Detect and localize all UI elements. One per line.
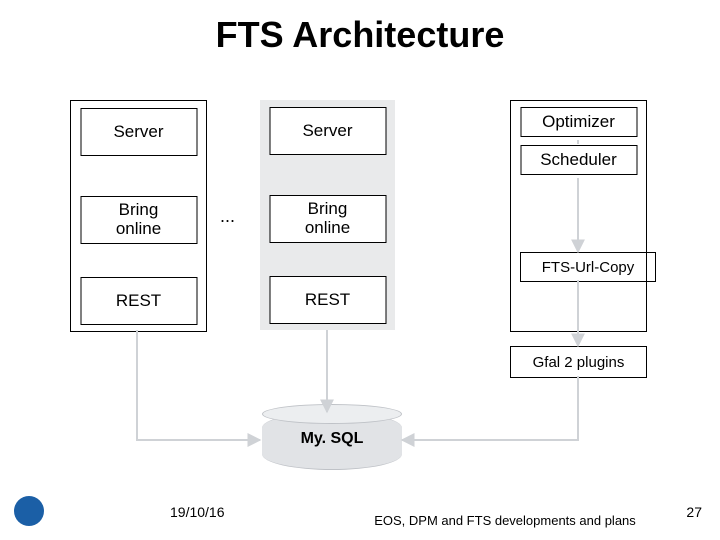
box-rest-left: REST [80,277,197,325]
footer-caption: EOS, DPM and FTS developments and plans [370,513,640,528]
slide-title: FTS Architecture [0,14,720,56]
box-bring-online-middle: Bring online [269,195,386,243]
box-server-left: Server [80,108,197,156]
box-rest-middle: REST [269,276,386,324]
box-fts-url-copy: FTS-Url-Copy [520,252,656,282]
box-gfal2-plugins: Gfal 2 plugins [510,346,647,378]
box-server-middle: Server [269,107,386,155]
box-bring-online-left: Bring online [80,196,197,244]
footer-page-number: 27 [686,504,702,520]
column-middle-outer: Server Bring online REST [260,100,395,330]
ellipsis-icon: ... [220,206,235,227]
column-left-outer: Server Bring online REST [70,100,207,332]
column-right-outer: Optimizer Scheduler [510,100,647,332]
footer-logo-icon [14,496,44,526]
box-scheduler: Scheduler [520,145,637,175]
mysql-label: My. SQL [262,430,402,448]
slide: FTS Architecture Server Bring online RES… [0,0,720,540]
footer-date: 19/10/16 [170,504,225,520]
box-optimizer: Optimizer [520,107,637,137]
